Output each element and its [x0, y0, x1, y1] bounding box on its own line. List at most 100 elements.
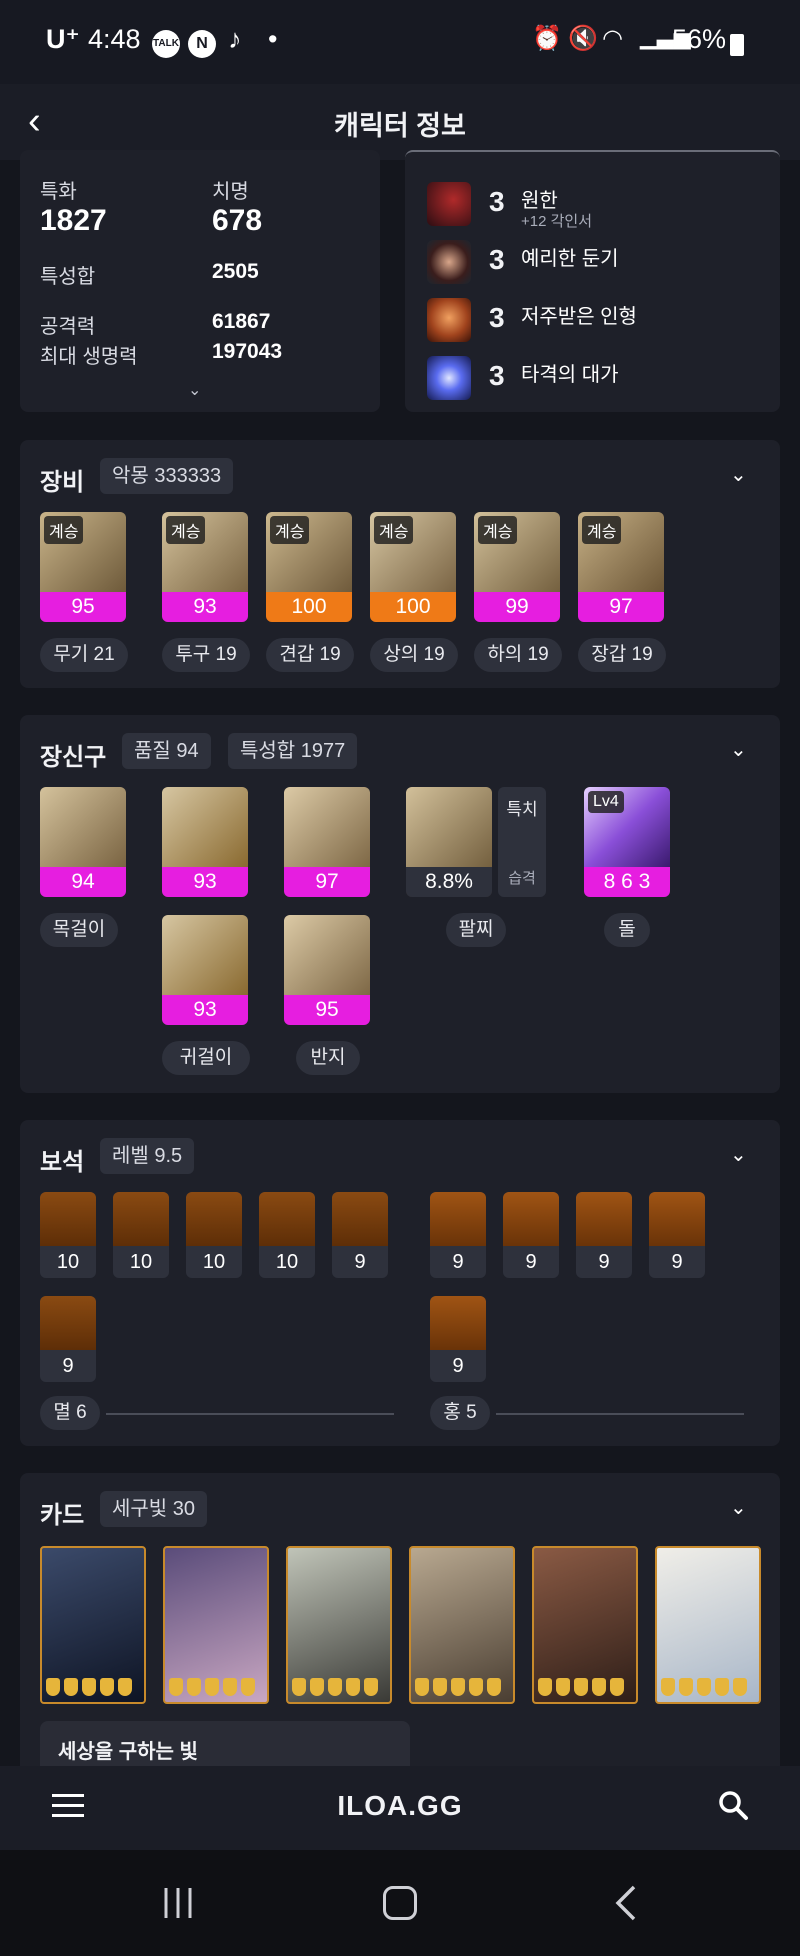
engraving-row[interactable]: 3 타격의 대가	[427, 354, 787, 402]
expand-stats-chevron-icon[interactable]: ⌄	[188, 380, 201, 400]
wifi-icon: ◠	[602, 25, 623, 52]
card-item[interactable]	[40, 1546, 146, 1704]
divider	[496, 1413, 744, 1415]
succession-badge: 계승	[270, 516, 310, 544]
stat-label-hp: 최대 생명력	[40, 346, 138, 368]
gem-image	[576, 1192, 632, 1246]
awakening-gems	[292, 1678, 386, 1696]
top-app-bar: ‹ 캐릭터 정보	[0, 84, 800, 160]
gem-level: 9	[452, 1355, 464, 1377]
cursed-doll-icon	[427, 298, 471, 342]
gem-item[interactable]: 9	[40, 1296, 96, 1382]
equipment-item-chest[interactable]: 계승 100	[370, 512, 456, 622]
equipment-item-gloves[interactable]: 계승 97	[578, 512, 664, 622]
chevron-down-icon[interactable]: ⌄	[730, 462, 752, 486]
cards-section: 카드 세구빛 30 ⌄ 세상을 구하는 빛	[20, 1473, 780, 1766]
home-icon[interactable]	[383, 1886, 417, 1920]
gem-level: 10	[56, 1251, 80, 1273]
gem-item[interactable]: 9	[430, 1296, 486, 1382]
quality-bar: 94	[40, 867, 126, 897]
dot-icon: •	[268, 24, 278, 54]
carrier-label: U⁺	[46, 24, 80, 54]
gem-item[interactable]: 9	[649, 1192, 705, 1278]
gem-item[interactable]: 10	[40, 1192, 96, 1278]
stat-label-attack: 공격력	[40, 316, 96, 338]
quality-bar: 97	[284, 867, 370, 897]
engraving-level: 3	[489, 302, 505, 333]
stat-value-hp: 197043	[212, 340, 283, 363]
gem-item[interactable]: 9	[576, 1192, 632, 1278]
gem-item[interactable]: 10	[259, 1192, 315, 1278]
equipment-item-weapon[interactable]: 계승 95	[40, 512, 126, 622]
equipment-item-shoulder[interactable]: 계승 100	[266, 512, 352, 622]
equipment-label: 견갑 19	[266, 638, 354, 672]
card-item[interactable]	[286, 1546, 392, 1704]
equipment-item-helmet[interactable]: 계승 93	[162, 512, 248, 622]
equipment-label: 투구 19	[162, 638, 250, 672]
accessory-label: 목걸이	[40, 913, 118, 947]
engravings-card: 3 원한 +12 각인서 3 예리한 둔기 3 저주받은 인형 3 타격의 대가	[405, 150, 780, 412]
recent-apps-icon[interactable]	[160, 1886, 196, 1920]
gem-item[interactable]: 10	[186, 1192, 242, 1278]
clock: 4:48	[88, 24, 141, 54]
accessory-ring-2[interactable]: 95	[284, 915, 370, 1025]
succession-badge: 계승	[374, 516, 414, 544]
quality-bar: 95	[284, 995, 370, 1025]
succession-badge: 계승	[478, 516, 518, 544]
accessory-label: 귀걸이	[162, 1041, 250, 1075]
gem-level: 9	[598, 1251, 610, 1273]
page-title: 캐릭터 정보	[334, 111, 466, 141]
gem-image	[649, 1192, 705, 1246]
quality-bar: 97	[578, 592, 664, 622]
gem-level: 9	[354, 1251, 366, 1273]
chevron-down-icon[interactable]: ⌄	[730, 1495, 752, 1519]
quality-bar: 95	[40, 592, 126, 622]
equipment-label: 상의 19	[370, 638, 458, 672]
accessory-earring-1[interactable]: 93	[162, 787, 248, 897]
card-item[interactable]	[532, 1546, 638, 1704]
equipment-item-pants[interactable]: 계승 99	[474, 512, 560, 622]
gem-image	[430, 1296, 486, 1350]
engraving-row[interactable]: 3 예리한 둔기	[427, 238, 787, 286]
chevron-down-icon[interactable]: ⌄	[730, 737, 752, 761]
ring-image	[284, 915, 370, 995]
engraving-book: +12 각인서	[521, 213, 593, 230]
stat-label-specialization: 특화	[40, 181, 77, 203]
stats-card: 특화 1827 치명 678 특성합 2505 공격력 61867 최대 생명력…	[20, 150, 380, 412]
engraving-row[interactable]: 3 저주받은 인형	[427, 296, 787, 344]
gem-item[interactable]: 9	[430, 1192, 486, 1278]
card-item[interactable]	[163, 1546, 269, 1704]
awakening-gems	[46, 1678, 140, 1696]
earring-image	[162, 915, 248, 995]
stat-value-crit: 678	[212, 204, 263, 237]
back-nav-icon[interactable]	[612, 1884, 640, 1922]
search-icon[interactable]	[716, 1788, 750, 1822]
card-set-box: 세상을 구하는 빛	[40, 1721, 410, 1766]
awakening-gems	[415, 1678, 509, 1696]
accessory-necklace[interactable]: 94	[40, 787, 126, 897]
engraving-level: 3	[489, 244, 505, 275]
stone-value: 8 6 3	[584, 867, 670, 897]
card-item[interactable]	[655, 1546, 761, 1704]
engraving-level: 3	[489, 360, 505, 391]
engraving-name: 예리한 둔기	[521, 248, 619, 270]
gem-item[interactable]: 9	[503, 1192, 559, 1278]
divider	[106, 1413, 394, 1415]
battery-icon	[730, 34, 744, 56]
accessory-bracelet[interactable]: 8.8%	[406, 787, 492, 897]
accessory-earring-2[interactable]: 93	[162, 915, 248, 1025]
gem-level-tag: 레벨 9.5	[100, 1138, 195, 1174]
engraving-row[interactable]: 3 원한 +12 각인서	[427, 180, 787, 230]
gem-level: 10	[202, 1251, 226, 1273]
gem-image	[332, 1192, 388, 1246]
card-item[interactable]	[409, 1546, 515, 1704]
accessory-ring-1[interactable]: 97	[284, 787, 370, 897]
section-title: 카드	[40, 1502, 85, 1529]
gem-item[interactable]: 9	[332, 1192, 388, 1278]
logo[interactable]: ILOA.GG	[0, 1790, 800, 1822]
gem-item[interactable]: 10	[113, 1192, 169, 1278]
succession-badge: 계승	[582, 516, 622, 544]
accessory-stone[interactable]: Lv4 8 6 3	[584, 787, 670, 897]
chevron-down-icon[interactable]: ⌄	[730, 1142, 752, 1166]
hit-master-icon	[427, 356, 471, 400]
